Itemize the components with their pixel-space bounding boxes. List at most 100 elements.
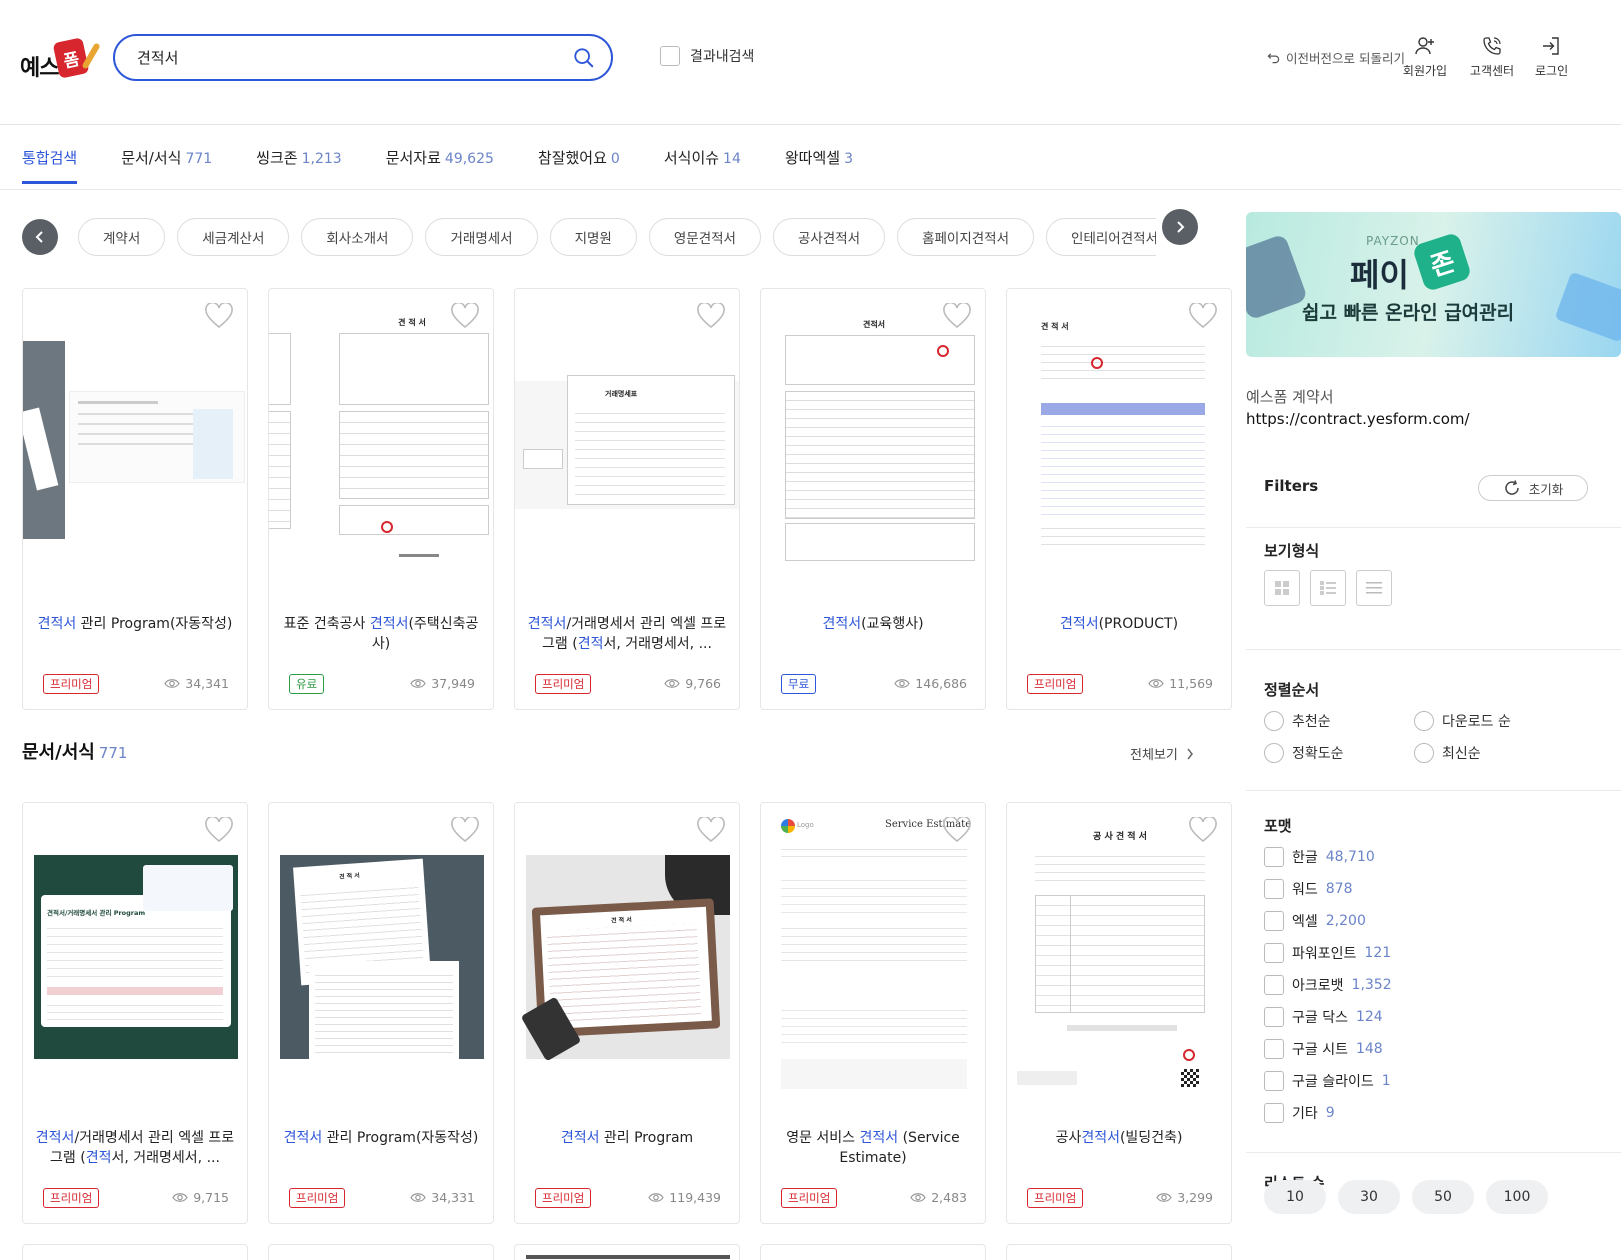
chip-keyword[interactable]: 공사견적서	[772, 218, 886, 256]
format-option[interactable]: 엑셀 2,200	[1264, 911, 1366, 931]
card-title[interactable]: 견적서(PRODUCT)	[1019, 614, 1219, 656]
format-checkbox[interactable]	[1264, 943, 1284, 963]
result-card[interactable]	[1006, 1244, 1232, 1260]
radio[interactable]	[1264, 743, 1284, 763]
card-title[interactable]: 공사견적서(빌딩건축)	[1019, 1128, 1219, 1170]
result-card[interactable]: 견 적 서 표준 건축공사 견적서(주택신축공사) 유료 37,949	[268, 288, 494, 710]
favorite-heart-icon[interactable]	[1189, 303, 1217, 329]
favorite-heart-icon[interactable]	[1189, 817, 1217, 843]
format-option[interactable]: 구글 슬라이드 1	[1264, 1071, 1391, 1091]
card-title[interactable]: 견적서(교육행사)	[773, 614, 973, 656]
format-option[interactable]: 아크로뱃 1,352	[1264, 975, 1392, 995]
login-button[interactable]: 로그인	[1535, 36, 1585, 79]
tab-documents[interactable]: 문서/서식 771	[121, 147, 212, 168]
result-card[interactable]: 견 적 서 견적서 관리 Program(자동작성) 프리미엄 34,331	[268, 802, 494, 1224]
support-button[interactable]: 고객센터	[1462, 36, 1522, 79]
chip-keyword[interactable]: 인테리어견적서	[1046, 218, 1156, 256]
result-card[interactable]: 견 적 서 견적서(PRODUCT) 프리미엄 11,569	[1006, 288, 1232, 710]
reset-button[interactable]: 초기화	[1478, 475, 1588, 501]
chip-keyword[interactable]: 세금계산서	[177, 218, 290, 256]
result-card[interactable]	[760, 1244, 986, 1260]
result-card[interactable]: 공 사 견 적 서 공사견적서(빌딩건축) 프리미엄 3,299	[1006, 802, 1232, 1224]
see-all-link[interactable]: 전체보기	[1130, 744, 1194, 763]
tab-integrated[interactable]: 통합검색	[22, 147, 78, 184]
favorite-heart-icon[interactable]	[697, 303, 725, 329]
result-card[interactable]: 견적서 견적서(교육행사) 무료 146,686	[760, 288, 986, 710]
tab-well-done[interactable]: 참잘했어요 0	[538, 147, 620, 168]
favorite-heart-icon[interactable]	[943, 817, 971, 843]
chip-keyword[interactable]: 계약서	[78, 218, 166, 256]
format-checkbox[interactable]	[1264, 975, 1284, 995]
search-box[interactable]	[113, 34, 613, 81]
format-checkbox[interactable]	[1264, 1103, 1284, 1123]
format-option[interactable]: 기타 9	[1264, 1103, 1335, 1123]
list-count-option[interactable]: 100	[1486, 1180, 1548, 1214]
result-card[interactable]	[268, 1244, 494, 1260]
result-card[interactable]	[514, 1244, 740, 1260]
chips-prev-button[interactable]	[22, 219, 58, 255]
chip-keyword[interactable]: 회사소개서	[301, 218, 414, 256]
format-checkbox[interactable]	[1264, 1071, 1284, 1091]
list-count-option[interactable]: 10	[1264, 1180, 1326, 1214]
format-option[interactable]: 한글 48,710	[1264, 847, 1375, 867]
chip-keyword[interactable]: 지명원	[549, 218, 637, 256]
result-card[interactable]: 견적서 관리 Program(자동작성) 프리미엄 34,341	[22, 288, 248, 710]
card-title[interactable]: 견적서/거래명세서 관리 엑셀 프로그램 (견적서, 거래명세서, ...	[527, 614, 727, 656]
format-option[interactable]: 구글 시트 148	[1264, 1039, 1383, 1059]
sort-option-downloads[interactable]: 다운로드 순	[1414, 711, 1511, 731]
signup-button[interactable]: 회원가입	[1395, 36, 1455, 79]
result-card[interactable]: Logo Service Estimate 영문 서비스 견적서 (Servic…	[760, 802, 986, 1224]
format-option[interactable]: 구글 닥스 124	[1264, 1007, 1383, 1027]
result-card[interactable]: 견적서/거래명세서 관리 Program 견적서/거래명세서 관리 엑셀 프로그…	[22, 802, 248, 1224]
format-checkbox[interactable]	[1264, 847, 1284, 867]
radio[interactable]	[1264, 711, 1284, 731]
result-card[interactable]	[22, 1244, 248, 1260]
favorite-heart-icon[interactable]	[205, 303, 233, 329]
chip-keyword[interactable]: 영문견적서	[648, 218, 761, 256]
site-logo[interactable]: 예스 폼	[20, 37, 101, 82]
view-list-button[interactable]	[1356, 570, 1392, 606]
tab-excel[interactable]: 왕따엑셀 3	[785, 147, 853, 168]
radio[interactable]	[1414, 743, 1434, 763]
search-in-result[interactable]: 결과내검색	[660, 46, 754, 66]
favorite-heart-icon[interactable]	[697, 817, 725, 843]
format-checkbox[interactable]	[1264, 879, 1284, 899]
card-title[interactable]: 견적서 관리 Program	[527, 1128, 727, 1170]
card-title[interactable]: 영문 서비스 견적서 (Service Estimate)	[773, 1128, 973, 1170]
list-count-option[interactable]: 30	[1338, 1180, 1400, 1214]
sort-option-recommended[interactable]: 추천순	[1264, 711, 1331, 731]
favorite-heart-icon[interactable]	[205, 817, 233, 843]
card-title[interactable]: 표준 건축공사 견적서(주택신축공사)	[281, 614, 481, 656]
list-count-option[interactable]: 50	[1412, 1180, 1474, 1214]
in-result-checkbox[interactable]	[660, 46, 680, 66]
card-title[interactable]: 견적서 관리 Program(자동작성)	[35, 614, 235, 656]
chip-keyword[interactable]: 홈페이지견적서	[897, 218, 1035, 256]
tab-thinkzone[interactable]: 씽크존 1,213	[256, 147, 342, 168]
format-checkbox[interactable]	[1264, 911, 1284, 931]
chip-keyword[interactable]: 거래명세서	[425, 218, 538, 256]
search-icon[interactable]	[573, 47, 595, 69]
sort-option-accuracy[interactable]: 정확도순	[1264, 743, 1344, 763]
result-card[interactable]: 거래명세표 견적서/거래명세서 관리 엑셀 프로그램 (견적서, 거래명세서, …	[514, 288, 740, 710]
format-option[interactable]: 워드 878	[1264, 879, 1353, 899]
ad-title[interactable]: 예스폼 계약서	[1246, 386, 1334, 407]
prev-version-link[interactable]: 이전버전으로 되돌리기	[1267, 48, 1405, 67]
format-option[interactable]: 파워포인트 121	[1264, 943, 1391, 963]
payzon-banner[interactable]: PAYZON 페이 존 쉽고 빠른 온라인 급여관리	[1246, 212, 1621, 357]
sort-option-newest[interactable]: 최신순	[1414, 743, 1481, 763]
result-card[interactable]: 견 적 서 견적서 관리 Program 프리미엄 119,439	[514, 802, 740, 1224]
view-list-thumb-button[interactable]	[1310, 570, 1346, 606]
tab-doc-materials[interactable]: 문서자료 49,625	[386, 147, 494, 168]
card-title[interactable]: 견적서/거래명세서 관리 엑셀 프로그램 (견적서, 거래명세서, ...	[35, 1128, 235, 1170]
card-title[interactable]: 견적서 관리 Program(자동작성)	[281, 1128, 481, 1170]
tab-form-issue[interactable]: 서식이슈 14	[664, 147, 741, 168]
favorite-heart-icon[interactable]	[943, 303, 971, 329]
radio[interactable]	[1414, 711, 1434, 731]
search-input[interactable]	[137, 48, 557, 67]
format-checkbox[interactable]	[1264, 1007, 1284, 1027]
favorite-heart-icon[interactable]	[451, 303, 479, 329]
ad-url[interactable]: https://contract.yesform.com/	[1246, 410, 1470, 428]
chips-next-button[interactable]	[1162, 209, 1198, 245]
view-grid-button[interactable]	[1264, 570, 1300, 606]
favorite-heart-icon[interactable]	[451, 817, 479, 843]
